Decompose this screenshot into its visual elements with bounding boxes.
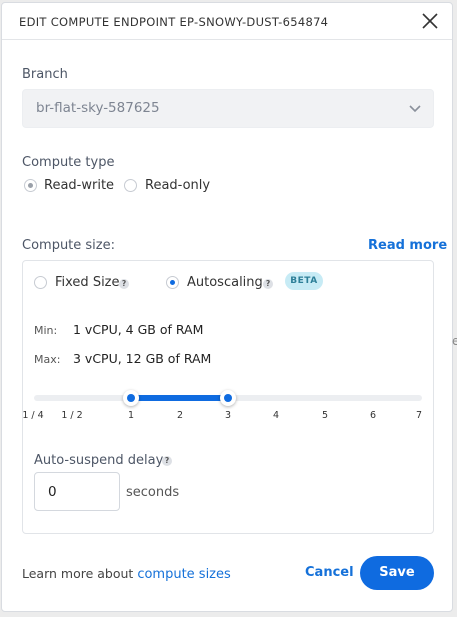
learn-more-text: Learn more about compute sizes [22,566,231,582]
save-button[interactable]: Save [360,556,434,590]
auto-suspend-input[interactable] [34,472,120,511]
compute-size-label: Compute size: [22,238,115,253]
auto-suspend-help-icon[interactable]: ? [162,456,172,466]
slider-tick-label: 4 [272,410,280,421]
slider-tick-label: 7 [415,410,423,421]
slider-tick-label: 3 [224,410,232,421]
dialog-header: EDIT COMPUTE ENDPOINT EP-SNOWY-DUST-6548… [2,3,452,40]
background-edge-glyph: e [452,334,457,348]
read-write-radio[interactable] [24,179,37,192]
compute-type-label: Compute type [22,155,115,170]
read-write-label[interactable]: Read-write [44,178,114,193]
slider-tick-label: 6 [369,410,377,421]
beta-badge: BETA [285,272,323,290]
read-only-label[interactable]: Read-only [145,178,210,193]
compute-sizes-link[interactable]: compute sizes [137,567,230,582]
compute-size-slider[interactable] [34,390,422,406]
chevron-down-icon [409,105,421,113]
max-value: 3 vCPU, 12 GB of RAM [73,351,212,366]
slider-min-handle[interactable] [123,390,139,406]
read-only-radio[interactable] [124,179,137,192]
auto-suspend-label: Auto-suspend delay: [34,453,167,468]
slider-tick-label: 1 [127,410,135,421]
autoscaling-radio[interactable] [166,276,179,289]
min-label: Min: [34,324,58,337]
auto-suspend-unit: seconds [126,485,180,500]
slider-tick-label: 1 / 4 [22,410,44,421]
slider-tick-label: 1 / 2 [61,410,83,421]
slider-range-fill [131,395,228,401]
dialog-title: EDIT COMPUTE ENDPOINT EP-SNOWY-DUST-6548… [19,15,329,29]
branch-select-value: br-flat-sky-587625 [36,100,160,116]
cancel-button[interactable]: Cancel [305,565,354,580]
slider-tick-label: 2 [176,410,184,421]
edit-compute-endpoint-dialog: EDIT COMPUTE ENDPOINT EP-SNOWY-DUST-6548… [1,2,453,612]
branch-select[interactable]: br-flat-sky-587625 [22,89,434,128]
autoscaling-help-icon[interactable]: ? [263,279,273,289]
slider-tick-label: 5 [321,410,329,421]
slider-max-handle[interactable] [220,390,236,406]
fixed-size-help-icon[interactable]: ? [119,279,129,289]
compute-size-panel: Fixed Size ? Autoscaling ? BETA Min: 1 v… [22,260,434,534]
autoscaling-label[interactable]: Autoscaling [187,275,263,290]
fixed-size-label[interactable]: Fixed Size [55,275,120,290]
max-label: Max: [34,353,61,366]
branch-label: Branch [22,67,68,82]
close-icon[interactable] [420,11,440,31]
read-more-link[interactable]: Read more [368,238,447,253]
min-value: 1 vCPU, 4 GB of RAM [73,322,204,337]
learn-more-prefix: Learn more about [22,566,138,581]
fixed-size-radio[interactable] [34,276,47,289]
